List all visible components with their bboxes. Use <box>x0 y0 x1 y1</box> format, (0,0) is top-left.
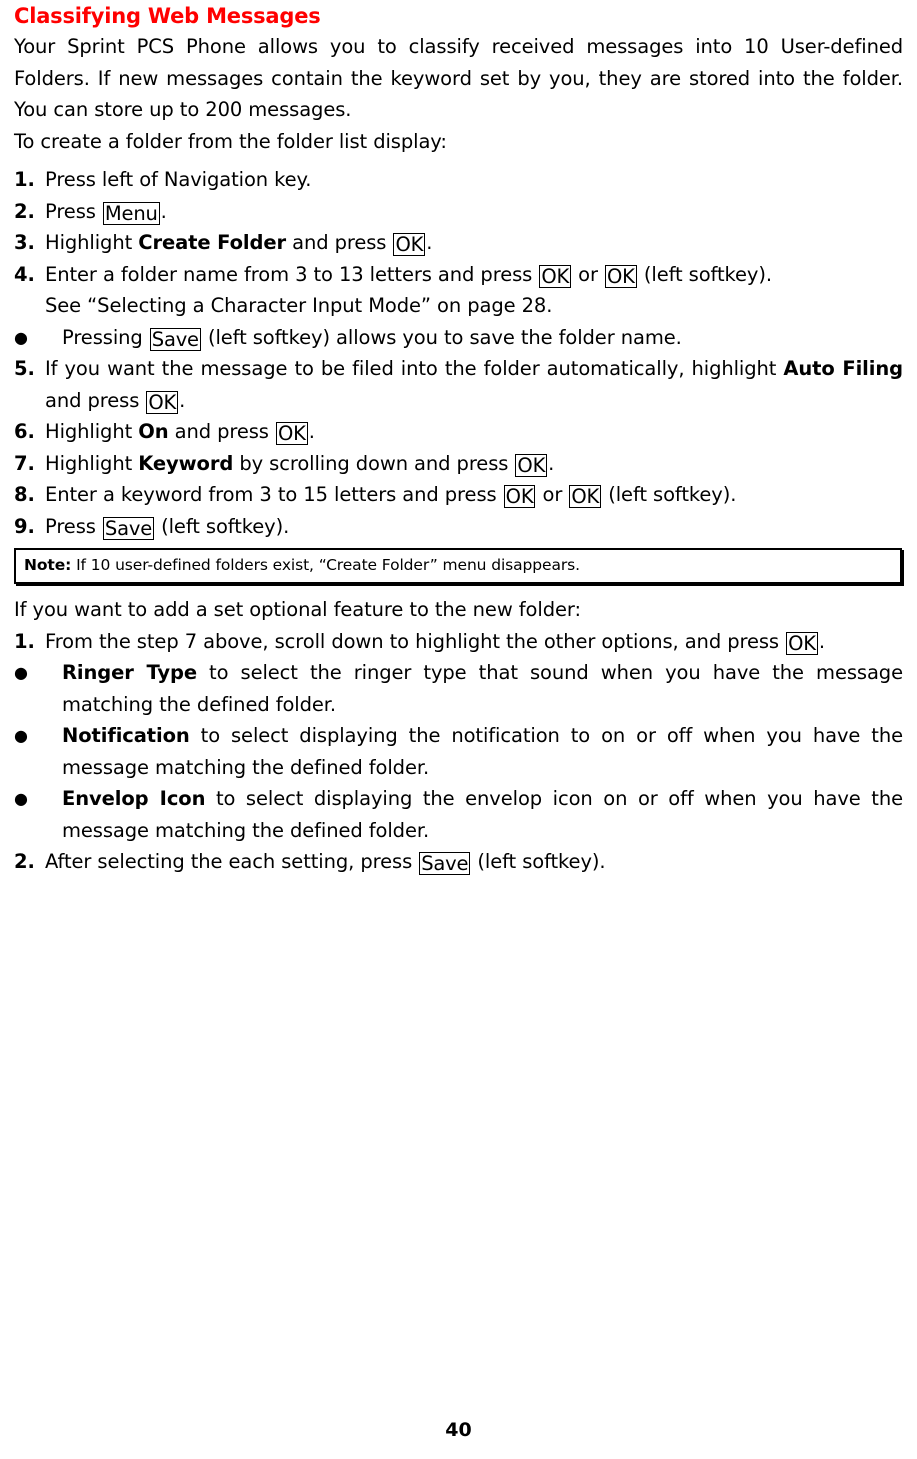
step-item: 3. Highlight Create Folder and press OK. <box>14 227 903 259</box>
step-text: Enter a keyword from 3 to 15 letters and… <box>45 483 737 508</box>
step-item: 4. Enter a folder name from 3 to 13 lette… <box>14 259 903 291</box>
key-label-ok: OK <box>393 233 426 256</box>
step-text: If you want the message to be filed into… <box>45 357 903 414</box>
step-text: After selecting the each setting, press … <box>45 850 606 875</box>
create-folder-steps: 1. Press left of Navigation key. 2. Press … <box>14 164 903 290</box>
key-label-ok: OK <box>569 485 602 508</box>
step-item: 7. Highlight Keyword by scrolling down an… <box>14 448 903 480</box>
step-item: 2. Press Menu. <box>14 196 903 228</box>
optional-lead-in: If you want to add a set optional featur… <box>14 598 581 621</box>
page-title: Classifying Web Messages <box>14 4 321 28</box>
step-item: 9. Press Save (left softkey). <box>14 511 903 543</box>
key-label-ok: OK <box>605 264 637 288</box>
key-label-save: Save <box>419 852 471 875</box>
bullet-icon: ● <box>14 327 28 347</box>
key-label-save: Save <box>149 327 201 351</box>
step-number: 2. <box>14 199 35 223</box>
bullet-text: Envelop Icon to select displaying the en… <box>62 787 903 842</box>
step-item: 8. Enter a keyword from 3 to 15 letters a… <box>14 479 903 511</box>
step-text: Enter a folder name from 3 to 13 letters… <box>45 262 772 288</box>
step-number: 1. <box>14 629 35 653</box>
page-number: 40 <box>445 1419 472 1441</box>
key-label-ok: OK <box>146 390 179 414</box>
note-line: Note: If 10 user-defined folders exist, … <box>24 555 892 576</box>
bullet-text: Pressing Save (left softkey) allows you … <box>62 325 682 351</box>
document-page: Classifying Web Messages Your Sprint PCS… <box>0 0 917 1459</box>
step-item: 5. If you want the message to be filed in… <box>14 353 903 416</box>
step-number: 5. <box>14 357 35 380</box>
note-label: Note: <box>24 556 72 574</box>
optional-step-1: 1. From the step 7 above, scroll down to … <box>14 626 903 658</box>
intro-paragraph: Your Sprint PCS Phone allows you to clas… <box>14 35 903 121</box>
emphasis-text: Auto Filing <box>783 357 903 380</box>
pressing-save-bullet: ● Pressing Save (left softkey) allows you… <box>14 322 903 354</box>
emphasis-text: Create Folder <box>138 231 286 254</box>
step-number: 1. <box>14 168 35 191</box>
step-text: From the step 7 above, scroll down to hi… <box>45 629 825 655</box>
key-label-ok: OK <box>275 422 308 445</box>
step-number: 6. <box>14 420 35 443</box>
note-text: If 10 user-defined folders exist, “Creat… <box>76 556 580 574</box>
optional-bullets: ● Ringer Type to select the ringer type t… <box>14 657 903 846</box>
bullet-icon: ● <box>14 663 28 682</box>
step-number: 7. <box>14 451 35 475</box>
step-item: 1. Press left of Navigation key. <box>14 164 903 196</box>
step-text: Press Menu. <box>45 199 167 225</box>
step-number: 2. <box>14 850 35 873</box>
see-reference: See “Selecting a Character Input Mode” o… <box>45 294 553 317</box>
emphasis-text: Notification <box>62 724 190 747</box>
option-bullet: ● Ringer Type to select the ringer type t… <box>14 657 903 720</box>
key-label-ok: OK <box>539 264 572 288</box>
step-number: 9. <box>14 514 35 538</box>
emphasis-text: Keyword <box>138 451 234 475</box>
key-label-save: Save <box>102 516 154 540</box>
bullet-icon: ● <box>14 726 28 745</box>
step-text: Press left of Navigation key. <box>45 168 312 191</box>
step-number: 3. <box>14 231 35 254</box>
step-item: 6. Highlight On and press OK. <box>14 416 903 448</box>
step-text: Highlight On and press OK. <box>45 420 315 445</box>
emphasis-text: Envelop Icon <box>62 787 206 810</box>
key-label-ok: OK <box>515 453 548 477</box>
note-box: Note: If 10 user-defined folders exist, … <box>14 548 902 584</box>
key-label-ok: OK <box>786 631 818 655</box>
step-text: Highlight Create Folder and press OK. <box>45 231 433 256</box>
option-bullet: ● Notification to select displaying the n… <box>14 720 903 783</box>
key-label-menu: Menu <box>102 201 160 225</box>
emphasis-text: On <box>138 420 169 443</box>
bullet-icon: ● <box>14 789 28 808</box>
key-label-ok: OK <box>503 485 536 508</box>
optional-step-2: 2. After selecting the each setting, pres… <box>14 846 903 878</box>
create-folder-lead-in: To create a folder from the folder list … <box>14 129 447 153</box>
step-text: Highlight Keyword by scrolling down and … <box>45 451 555 477</box>
option-bullet: ● Envelop Icon to select displaying the e… <box>14 783 903 846</box>
create-folder-steps-cont: 5. If you want the message to be filed in… <box>14 353 903 542</box>
bullet-text: Notification to select displaying the no… <box>62 724 903 779</box>
step-number: 4. <box>14 262 35 286</box>
emphasis-text: Ringer Type <box>62 661 197 684</box>
bullet-text: Ringer Type to select the ringer type th… <box>62 661 903 716</box>
step-number: 8. <box>14 483 35 506</box>
step-text: Press Save (left softkey). <box>45 514 290 540</box>
